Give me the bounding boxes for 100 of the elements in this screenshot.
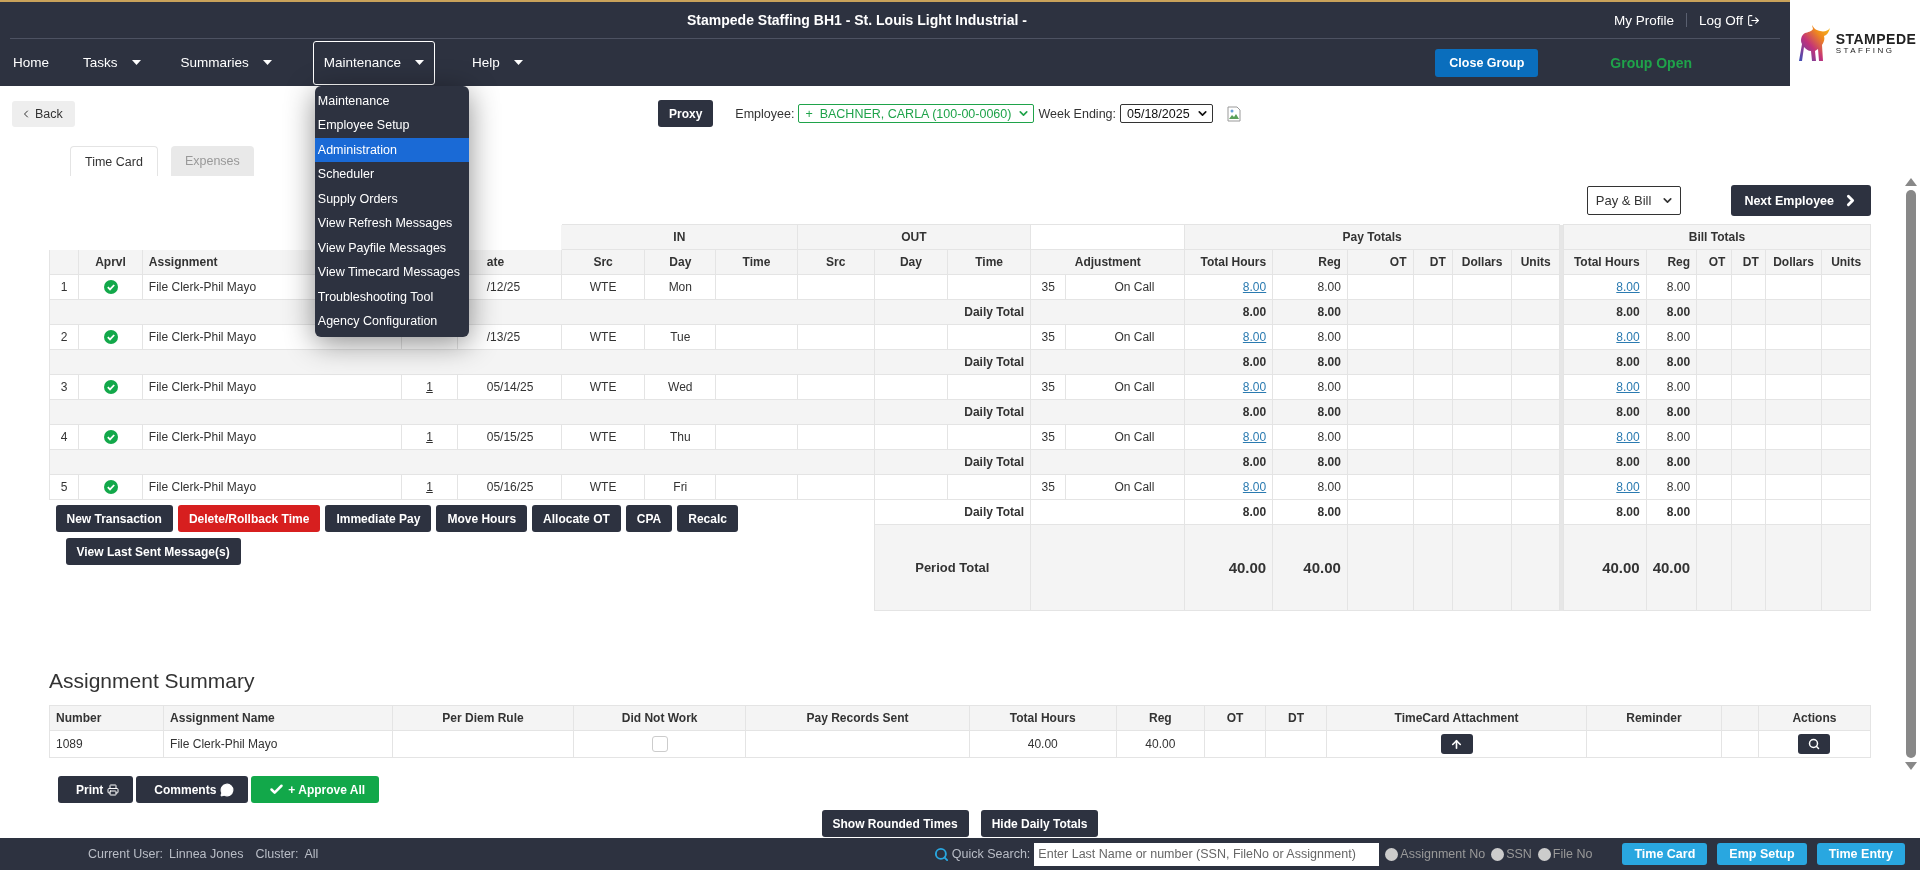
row-number: 1 (60, 280, 68, 294)
tab[interactable]: Time Card (70, 146, 158, 176)
back-button[interactable]: Back (12, 100, 75, 127)
cluster-label: Cluster: (255, 847, 299, 861)
radio-button[interactable] (1385, 847, 1399, 861)
menu-item[interactable]: Supply Orders (314, 186, 469, 211)
hours-link[interactable]: 8.00 (1242, 280, 1267, 294)
search-icon (933, 846, 949, 862)
radio-button[interactable] (1491, 847, 1505, 861)
hours-text: 8.00 (1317, 280, 1341, 294)
hours-text: 40.00 (1145, 737, 1176, 751)
hours-link[interactable]: 8.00 (1616, 280, 1640, 294)
action-button[interactable]: Delete/Rollback Time (177, 505, 321, 532)
column-header: TimeCard Attachment (1394, 711, 1519, 725)
toolbar-button[interactable]: Comments (136, 776, 249, 803)
column-header: Adjustment (1074, 255, 1141, 269)
action-button[interactable]: Allocate OT (532, 505, 621, 532)
hours-text: 8.00 (1666, 380, 1691, 394)
period-total-text: 40.00 (1228, 559, 1267, 576)
action-button[interactable]: Recalc (677, 505, 738, 532)
toolbar-button[interactable]: Print (58, 776, 134, 803)
hours-link[interactable]: 8.00 (1616, 380, 1640, 394)
broken-image-icon (1226, 105, 1241, 122)
menu-item[interactable]: Troubleshooting Tool (314, 284, 469, 309)
column-header: OT (1389, 255, 1407, 269)
radio-label: SSN (1506, 847, 1532, 861)
column-header: Day (669, 255, 692, 269)
hours-link[interactable]: 8.00 (1616, 430, 1640, 444)
action-button[interactable]: Immediate Pay (325, 505, 432, 532)
log-off-link[interactable]: Log Off (1698, 12, 1760, 28)
menu-item[interactable]: Agency Configuration (314, 309, 469, 334)
quick-search-label: Quick Search: (951, 847, 1031, 861)
menu-item[interactable]: Scheduler (314, 162, 469, 187)
hours-link[interactable]: 8.00 (1242, 330, 1267, 344)
date-text: 05/16/25 (486, 480, 534, 494)
total-text: 8.00 (1317, 305, 1341, 319)
column-header: Src (593, 255, 613, 269)
menu-item[interactable]: View Refresh Messages (314, 211, 469, 236)
hours-link[interactable]: 8.00 (1242, 480, 1267, 494)
nav-menu-item[interactable]: Help (461, 40, 534, 85)
menu-item[interactable]: Employee Setup (314, 113, 469, 138)
hours-text: 8.00 (1666, 430, 1691, 444)
hours-link[interactable]: 8.00 (1242, 430, 1267, 444)
group-status: Group Open (1610, 54, 1692, 71)
scrollbar[interactable] (1902, 176, 1920, 770)
menu-item[interactable]: Administration (314, 137, 469, 162)
hours-text: 8.00 (1317, 480, 1341, 494)
action-button[interactable]: New Transaction (55, 505, 173, 532)
assignment-name: File Clerk-Phil Mayo (170, 737, 278, 751)
source-text: WTE (589, 280, 617, 294)
my-profile-link[interactable]: My Profile (1613, 12, 1674, 28)
assignment-link[interactable]: 1 (426, 380, 433, 394)
view-select[interactable]: Pay & Bill (1586, 186, 1682, 215)
nav-menu-item[interactable]: Summaries (169, 40, 283, 85)
quick-search-field[interactable]: Enter Last Name or number (SSN, FileNo or Assignment) (1034, 842, 1380, 866)
menu-item[interactable]: View Payfile Messages (314, 235, 469, 260)
view-toggle-button[interactable]: Show Rounded Times (821, 810, 969, 837)
total-text: 8.00 (1317, 455, 1341, 469)
did-not-work-checkbox[interactable] (651, 736, 668, 752)
nav-menu-item[interactable]: Home (2, 40, 60, 85)
adjustment-code: 35 (1041, 330, 1055, 344)
hours-text: 8.00 (1317, 330, 1341, 344)
upload-button[interactable] (1440, 734, 1473, 754)
hours-text: 8.00 (1666, 280, 1691, 294)
hours-link[interactable]: 8.00 (1616, 330, 1640, 344)
adjustment-code: 35 (1041, 380, 1055, 394)
nav-menu-item[interactable]: Tasks (72, 40, 152, 85)
week-ending-select[interactable]: 05/18/2025 (1120, 104, 1213, 123)
view-toggle-button[interactable]: Hide Daily Totals (980, 810, 1099, 837)
employee-label: Employee: (735, 106, 795, 121)
column-header: Time (975, 255, 1004, 269)
hours-link[interactable]: 8.00 (1616, 480, 1640, 494)
column-header: Day (899, 255, 922, 269)
logout-icon (1747, 13, 1760, 27)
column-group-header: OUT (901, 230, 927, 244)
column-group-header: IN (673, 230, 686, 244)
total-text: 8.00 (1666, 305, 1691, 319)
total-text: 8.00 (1242, 305, 1267, 319)
adjustment-type: On Call (1114, 430, 1155, 444)
search-button[interactable] (1798, 734, 1831, 754)
action-button[interactable]: View Last Sent Message(s) (65, 538, 241, 565)
radio-button[interactable] (1537, 847, 1551, 861)
hours-text: 40.00 (1027, 737, 1058, 751)
period-total-text: 40.00 (1602, 559, 1640, 576)
menu-item[interactable]: View Timecard Messages (314, 260, 469, 285)
assignment-link[interactable]: 1 (426, 480, 433, 494)
proxy-button[interactable]: Proxy (658, 100, 714, 127)
assignment-link[interactable]: 1 (426, 430, 433, 444)
hours-link[interactable]: 8.00 (1242, 380, 1267, 394)
current-user-name: Linnea Jones (169, 847, 244, 861)
period-total-text: 40.00 (1303, 559, 1341, 576)
menu-item[interactable]: Maintenance (314, 88, 469, 113)
close-group-button[interactable]: Close Group (1435, 48, 1539, 77)
column-header: Reminder (1626, 711, 1682, 725)
nav-menu-item[interactable]: Maintenance (312, 40, 436, 85)
daily-total-label: Daily Total (964, 405, 1024, 419)
next-employee-button[interactable]: Next Employee (1731, 185, 1871, 216)
adjustment-code: 35 (1041, 430, 1055, 444)
action-button[interactable]: Move Hours (436, 505, 528, 532)
action-button[interactable]: CPA (625, 505, 673, 532)
